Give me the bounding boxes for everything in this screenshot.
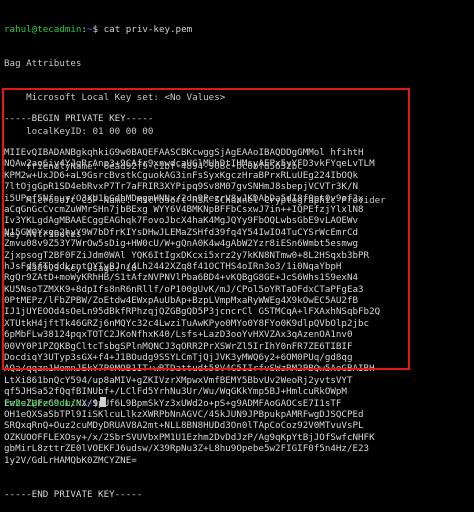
private-key-line: SRQxqRnQ+Ouz2cuMDyDRUAV8A2mt+NLL8BN8HUDd… [4, 420, 364, 432]
private-key-line: 6pMbFLw38124pqxTOTC2JKoNfhxK40/Lsfs+LazD… [4, 329, 353, 341]
private-key-line: RgQr9ZAtD+moWyKRhHB/S1tAfzNVPNVlPba6BD4+… [4, 272, 359, 284]
final-prompt: rahul@tecadmin:~$ [4, 397, 107, 409]
private-key-line: NQAw2ao6iy4YJqRrAnp3+9CAfr9xnwdcaUGlMUhD… [4, 158, 375, 170]
private-key-line: Iv3YKLgdAgMBAAECggEAGhqk7FovoJbcX4haK4Mg… [4, 215, 359, 227]
private-key-line: LtXi861bnQcY594/up8aMIV+gZKIVzrXMpwxVmfB… [4, 374, 353, 386]
private-key-line: aCqGnGcCvcmZuWMrSHn7jbBExg WYY6V4BMKNpBF… [4, 203, 364, 215]
private-key-line: KU5NsoTZMXK9+8dpIfs8nR6nRllf/oP100gUvK/m… [4, 283, 364, 295]
private-key-line: OH1eQXSaSbTPl9IiSKlcuLlkzXWRPbNnAGVC/4Sk… [4, 409, 364, 420]
begin-key-marker: -----BEGIN PRIVATE KEY----- [4, 112, 154, 124]
private-key-line: i5UPcf5Nfnuy/O3XU1bGdhMDegmHNNx/2dn9Pezr… [4, 192, 364, 204]
private-key-line: 00VY0P1PZQKBgCltcTsbgSPlnMQNCJ3qORR2PrXS… [4, 340, 353, 352]
private-key-line: XTUtkH4jftTk46GRZj6nMQYc32c4LwziTuAwKPyo… [4, 317, 370, 329]
private-key-line: qf5JHSa52fQqfBINUbf+/LClFd5YrhNu3Ur/Wu/W… [4, 386, 347, 398]
terminal-cursor [100, 397, 107, 407]
private-key-line: OZKUOOFFLEXOsy+/x/2SbrSVUVbxPM1U1Ezhm2Dv… [4, 431, 375, 443]
private-key-line: IJ1jUYEOOd4sOeLn95dBkfRPhzqjQZGBgQD5P3jc… [4, 306, 381, 318]
private-key-line: AQa/qqzn1HomnJEkY7P0MOB1IT+wRTDattudt58V… [4, 363, 375, 375]
private-key-block: -----BEGIN PRIVATE KEY----- MIIEvQIBADAN… [4, 90, 408, 512]
bag-attributes-heading: Bag Attributes [4, 58, 82, 70]
private-key-line: N15GMQYxqo2hyY9W7bDfrKIYsDHwJLEMaZSHfd39… [4, 226, 359, 238]
private-key-line: hJsFd5fThddLrntOYTyBJn/4Lh2442XZq8f41OCT… [4, 260, 342, 272]
prompt-symbol: $ [92, 398, 99, 409]
private-key-line: DocdiqY3UTyp3sGX+f4+J1BOudg9SSYLCmTjQjJV… [4, 352, 353, 364]
private-key-line: 0PtMEPz/lFbZPBW/ZoEtdw4EWxpAuUbAp+BzpLVm… [4, 295, 359, 307]
prompt-symbol: $ [92, 23, 99, 35]
private-key-line: gbMirL8zttrZE0lVOEKFJ6udsw/X39RpNu3Z+L8h… [4, 443, 370, 455]
prompt-user: rahul@tecadmin [4, 398, 82, 409]
private-key-line: ZjxpsogT2BF0FZiJdm0WAl YQK6ItIgxDKcxi5xr… [4, 249, 370, 261]
private-key-line: Zmvu08v9Z53Y7WrOw5sDig+HW0cU/W+gQnA0K4w4… [4, 238, 359, 250]
command-text: cat priv-key.pem [103, 23, 193, 35]
private-key-line: KPM2w+UxJD6+aL9GsrcBvstkCguokAG3inFsSyxK… [4, 169, 359, 181]
end-key-marker: -----END PRIVATE KEY----- [4, 488, 143, 500]
private-key-body: MIIEvQIBADANBgkqhkiG9w0BAQEFAASCBKcwggSj… [4, 147, 408, 466]
private-key-line: 7ltOjgGpR1SD4ebRvxP7Tr7aFRIR3XYPipq9Sv8M… [4, 181, 359, 193]
private-key-line: 1y2V/GdLrHAMQbK0ZMCYZNE= [4, 454, 137, 466]
command-line: rahul@tecadmin:~$ cat priv-key.pem [4, 23, 193, 35]
private-key-line: MIIEvQIBADANBgkqhkiG9w0BAQEFAASCBKcwggSj… [4, 147, 364, 159]
prompt-user: rahul@tecadmin [4, 23, 82, 35]
